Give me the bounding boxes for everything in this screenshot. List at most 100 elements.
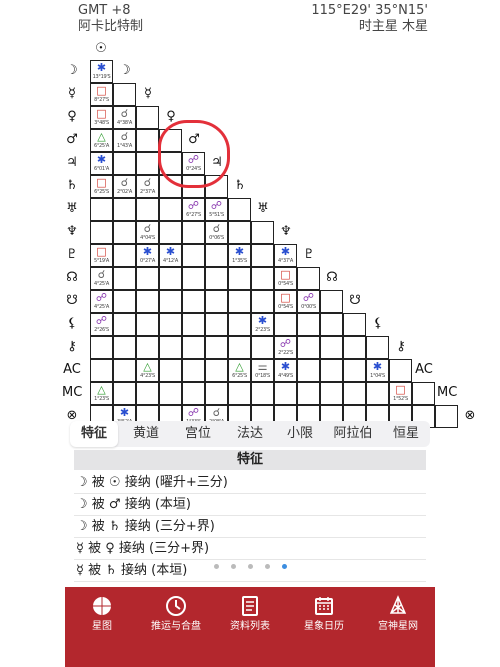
aspect-cell[interactable] [435,405,458,428]
nav-data-list[interactable]: 资料列表 [213,595,287,643]
aspect-cell[interactable] [389,359,412,382]
aspect-cell[interactable] [113,221,136,244]
aspect-cell[interactable] [320,336,343,359]
aspect-cell[interactable] [113,359,136,382]
aspect-cell[interactable] [205,382,228,405]
aspect-cell[interactable] [136,152,159,175]
aspect-cell[interactable] [228,336,251,359]
tab-fixed-stars[interactable]: 恒星 [383,421,429,447]
tab-zodiac[interactable]: 黄道 [121,421,171,447]
aspect-cell[interactable] [90,336,113,359]
aspect-cell[interactable] [320,290,343,313]
aspect-cell[interactable] [205,336,228,359]
aspect-cell[interactable] [297,336,320,359]
reception-row[interactable]: ☽ 被 ♂ 接纳 (本垣) [74,494,426,516]
aspect-cell[interactable] [320,359,343,382]
aspect-cell[interactable] [182,290,205,313]
aspect-cell[interactable] [113,244,136,267]
tab-features[interactable]: 特征 [70,421,118,447]
aspect-cell[interactable] [159,290,182,313]
page-dot[interactable] [231,564,236,569]
aspect-cell[interactable] [90,198,113,221]
aspect-cell[interactable] [136,267,159,290]
reception-row[interactable]: ☽ 被 ♄ 接纳 (三分+界) [74,516,426,538]
aspect-cell[interactable] [113,267,136,290]
aspect-cell[interactable] [159,336,182,359]
aspect-cell[interactable] [228,221,251,244]
aspect-cell[interactable] [297,267,320,290]
aspect-cell[interactable] [228,382,251,405]
aspect-cell[interactable] [205,359,228,382]
aspect-cell[interactable] [159,313,182,336]
aspect-cell[interactable] [228,290,251,313]
aspect-cell[interactable] [274,382,297,405]
aspect-cell[interactable] [136,336,159,359]
aspect-cell[interactable] [136,313,159,336]
aspect-cell[interactable] [113,290,136,313]
nav-progression[interactable]: 推运与合盘 [139,595,213,643]
aspect-cell[interactable] [113,198,136,221]
aspect-cell[interactable] [113,382,136,405]
aspect-cell[interactable] [251,244,274,267]
aspect-cell[interactable] [159,198,182,221]
aspect-cell[interactable] [412,382,435,405]
nav-chart[interactable]: 星图 [65,595,139,643]
aspect-cell[interactable] [343,313,366,336]
aspect-cell[interactable] [159,382,182,405]
aspect-cell[interactable] [159,359,182,382]
tab-profection[interactable]: 小限 [277,421,323,447]
aspect-cell[interactable] [90,221,113,244]
aspect-cell[interactable] [182,313,205,336]
page-dot[interactable] [265,564,270,569]
page-dot[interactable] [214,564,219,569]
aspect-cell[interactable] [205,267,228,290]
page-dot-active[interactable] [282,564,287,569]
aspect-cell[interactable] [136,198,159,221]
aspect-cell[interactable] [182,336,205,359]
aspect-cell[interactable] [228,198,251,221]
reception-row[interactable]: ☿ 被 ♀ 接纳 (三分+界) [74,538,426,560]
aspect-cell[interactable] [136,382,159,405]
aspect-cell[interactable] [251,267,274,290]
aspect-cell[interactable] [182,221,205,244]
aspect-cell[interactable] [343,336,366,359]
aspect-cell[interactable] [320,313,343,336]
aspect-cell[interactable] [136,290,159,313]
aspect-cell[interactable] [366,336,389,359]
aspect-cell[interactable] [182,267,205,290]
aspect-cell[interactable] [182,244,205,267]
aspect-cell[interactable] [251,221,274,244]
aspect-cell[interactable] [228,313,251,336]
aspect-cell[interactable] [182,382,205,405]
aspect-cell[interactable] [297,382,320,405]
reception-row[interactable]: ☽ 被 ☉ 接纳 (曜升+三分) [74,472,426,494]
aspect-cell[interactable] [113,152,136,175]
aspect-cell[interactable] [205,290,228,313]
tab-arabic-parts[interactable]: 阿拉伯 [325,421,381,447]
aspect-cell[interactable] [159,267,182,290]
aspect-cell[interactable] [136,106,159,129]
aspect-cell[interactable] [251,382,274,405]
aspect-cell[interactable] [182,359,205,382]
aspect-cell[interactable] [320,382,343,405]
aspect-cell[interactable] [228,267,251,290]
page-dot[interactable] [248,564,253,569]
aspect-cell[interactable] [297,359,320,382]
aspect-cell[interactable] [343,359,366,382]
aspect-cell[interactable] [251,290,274,313]
aspect-cell[interactable] [274,313,297,336]
aspect-cell[interactable] [251,336,274,359]
aspect-cell[interactable] [113,83,136,106]
nav-calendar[interactable]: 星象日历 [287,595,361,643]
aspect-cell[interactable] [205,313,228,336]
aspect-cell[interactable] [159,221,182,244]
nav-network[interactable]: 宫神星网 [361,595,435,643]
aspect-cell[interactable] [297,313,320,336]
aspect-cell[interactable] [90,359,113,382]
aspect-cell[interactable] [366,382,389,405]
tab-houses[interactable]: 宫位 [173,421,223,447]
aspect-cell[interactable] [113,313,136,336]
tab-firdaria[interactable]: 法达 [225,421,275,447]
aspect-cell[interactable] [343,382,366,405]
aspect-cell[interactable] [136,129,159,152]
